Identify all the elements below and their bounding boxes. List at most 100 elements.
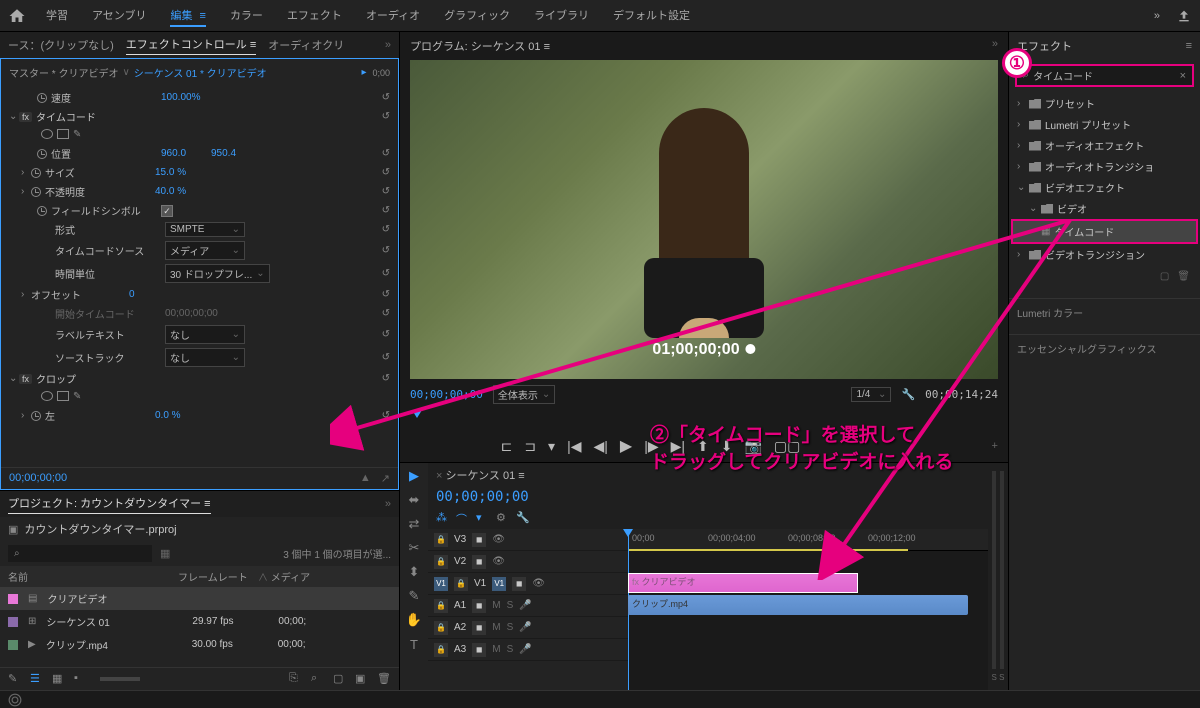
filter-icon[interactable]: ▦ [160, 547, 170, 560]
mask-pen-icon[interactable]: ✎ [73, 129, 85, 141]
add-marker-icon[interactable]: ▾ [548, 438, 555, 455]
reset-icon[interactable]: ↺ [382, 352, 390, 363]
source-track-dropdown[interactable]: なし⌄ [165, 348, 245, 367]
expand-icon[interactable]: › [21, 410, 31, 421]
workspace-menu-icon[interactable]: ≡ [196, 10, 205, 22]
reset-icon[interactable]: ↺ [382, 186, 390, 197]
track-lock-icon[interactable]: 🔒 [434, 555, 448, 569]
effects-folder[interactable]: ›Lumetri プリセット [1013, 114, 1196, 135]
mic-icon[interactable]: 🎤 [519, 600, 531, 611]
track-lock-icon[interactable]: 🔒 [434, 533, 448, 547]
mask-pen-icon[interactable]: ✎ [73, 391, 85, 403]
effects-search-input[interactable] [1033, 70, 1175, 81]
hand-tool-icon[interactable]: ✋ [405, 611, 423, 629]
stopwatch-icon[interactable] [31, 187, 41, 197]
new-bin-icon[interactable]: ▢ [333, 672, 347, 686]
resolution-dropdown[interactable]: 1/4⌄ [851, 387, 891, 402]
eye-icon[interactable]: 👁 [492, 534, 505, 545]
selection-tool-icon[interactable]: ▶ [405, 467, 423, 485]
razor-tool-icon[interactable]: ✂ [405, 539, 423, 557]
playhead-icon[interactable] [412, 410, 422, 418]
reset-icon[interactable]: ↺ [382, 268, 390, 279]
work-area-bar[interactable] [628, 549, 908, 551]
label-text-dropdown[interactable]: なし⌄ [165, 325, 245, 344]
panel-overflow-icon[interactable]: » [385, 39, 391, 51]
size-value[interactable]: 15.0 % [155, 167, 205, 178]
stopwatch-icon[interactable] [31, 411, 41, 421]
mic-icon[interactable]: 🎤 [519, 622, 531, 633]
timeline-ruler[interactable]: 00;00 00;00;04;00 00;00;08;00 00;00;12;0… [628, 529, 988, 551]
collapse-icon[interactable]: ⌄ [9, 373, 19, 384]
tc-source-dropdown[interactable]: メディア⌄ [165, 241, 245, 260]
reset-icon[interactable]: ↺ [382, 224, 390, 235]
effects-folder[interactable]: ⌄ビデオエフェクト [1013, 177, 1196, 198]
workspace-library[interactable]: ライブラリ [534, 5, 589, 27]
audio-clip-tab[interactable]: オーディオクリ [268, 37, 344, 53]
marker-icon[interactable]: ▾ [476, 511, 490, 525]
reset-icon[interactable]: ↺ [382, 373, 390, 384]
project-search-input[interactable] [8, 545, 152, 562]
effects-folder[interactable]: ›プリセット [1013, 93, 1196, 114]
track-target-icon[interactable]: ◼ [472, 533, 486, 547]
position-x-value[interactable]: 960.0 [161, 148, 211, 159]
essential-graphics-panel[interactable]: エッセンシャルグラフィックス [1009, 334, 1200, 362]
reset-icon[interactable]: ↺ [382, 245, 390, 256]
home-icon[interactable] [8, 7, 26, 25]
list-view-icon[interactable]: ☰ [30, 672, 44, 686]
new-item-icon[interactable]: ▣ [355, 672, 369, 686]
collapse-icon[interactable]: ⌄ [9, 111, 19, 122]
go-to-in-icon[interactable]: |◀ [567, 438, 581, 455]
freeform-view-icon[interactable]: ▪ [74, 672, 88, 686]
timeline-toggle-icon[interactable]: ▸ [361, 67, 366, 78]
timecode-effect-item[interactable]: ▦タイムコード [1011, 219, 1198, 244]
mask-ellipse-icon[interactable] [41, 129, 53, 139]
mark-in-icon[interactable]: ⊏ [501, 438, 513, 455]
lumetri-color-panel[interactable]: Lumetri カラー [1009, 298, 1200, 326]
mark-out-icon[interactable]: ⊐ [524, 438, 536, 455]
type-tool-icon[interactable]: T [405, 635, 423, 653]
button-editor-icon[interactable]: + [992, 440, 998, 452]
reset-icon[interactable]: ↺ [382, 167, 390, 178]
workspace-audio[interactable]: オーディオ [366, 5, 420, 27]
track-lock-icon[interactable]: 🔒 [434, 643, 448, 657]
reset-icon[interactable]: ↺ [382, 92, 390, 103]
track-target-icon[interactable]: ◼ [472, 643, 486, 657]
source-tab[interactable]: ース：(クリップなし) [8, 37, 114, 53]
effects-folder[interactable]: ⌄ビデオ [1013, 198, 1196, 219]
eye-icon[interactable]: 👁 [492, 556, 505, 567]
effects-search[interactable]: ⌕ × [1015, 64, 1194, 87]
mask-rect-icon[interactable] [57, 129, 69, 139]
workspace-default[interactable]: デフォルト設定 [613, 5, 690, 27]
panel-overflow-icon[interactable]: » [992, 38, 998, 50]
track-target-icon[interactable]: V1 [492, 577, 506, 591]
project-item[interactable]: ⊞シーケンス 0129.97 fps00;00; [0, 610, 399, 633]
col-name[interactable]: 名前 [8, 569, 178, 584]
sequence-clip-label[interactable]: シーケンス 01 * クリアビデオ [134, 65, 267, 80]
track-lock-icon[interactable]: 🔒 [434, 621, 448, 635]
col-framerate[interactable]: フレームレート [178, 569, 258, 584]
auto-match-icon[interactable]: ⎘ [289, 672, 303, 686]
expand-icon[interactable]: › [21, 167, 31, 178]
bin-icon[interactable]: ▣ [8, 523, 18, 536]
program-current-tc[interactable]: 00;00;00;00 [410, 388, 483, 401]
track-target-icon[interactable]: ◼ [472, 555, 486, 569]
stopwatch-icon[interactable] [31, 168, 41, 178]
effects-folder[interactable]: ›オーディオトランジショ [1013, 156, 1196, 177]
overflow-icon[interactable]: » [1154, 10, 1160, 22]
pen-tool-icon[interactable]: ✎ [405, 587, 423, 605]
timeline-timecode[interactable]: 00;00;00;00 [436, 489, 529, 505]
slip-tool-icon[interactable]: ⬍ [405, 563, 423, 581]
field-symbol-checkbox[interactable] [161, 205, 173, 217]
track-output-icon[interactable]: ◼ [512, 577, 526, 591]
workspace-assembly[interactable]: アセンブリ [92, 5, 146, 27]
effects-folder[interactable]: ›オーディオエフェクト [1013, 135, 1196, 156]
creative-cloud-icon[interactable] [8, 693, 22, 707]
workspace-editing[interactable]: 編集 ≡ [170, 5, 205, 27]
speed-value[interactable]: 100.00% [161, 92, 211, 103]
fit-dropdown[interactable]: 全体表示⌄ [493, 385, 555, 404]
clip-video[interactable]: クリップ.mp4 [628, 595, 968, 615]
track-target-icon[interactable]: ◼ [472, 621, 486, 635]
trash-icon[interactable]: 🗑 [1177, 271, 1190, 282]
project-item[interactable]: ▤クリアビデオ [0, 587, 399, 610]
crop-left-value[interactable]: 0.0 % [155, 410, 205, 421]
